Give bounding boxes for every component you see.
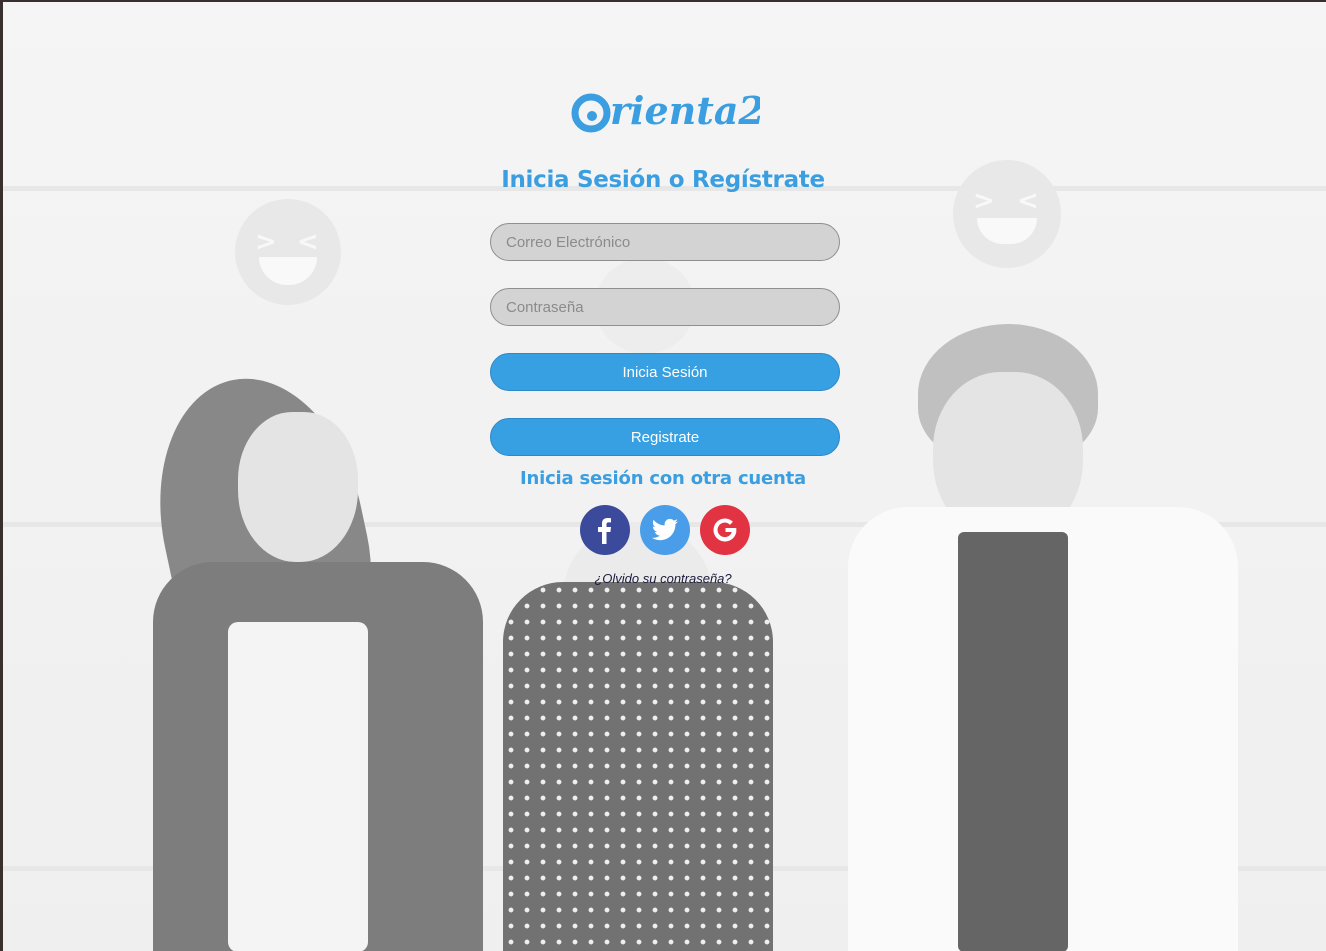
register-button[interactable]: Registrate <box>490 418 840 456</box>
google-icon <box>713 518 737 542</box>
social-login-heading: Inicia sesión con otra cuenta <box>519 468 807 489</box>
facebook-icon <box>598 518 611 544</box>
forgot-password-link[interactable]: ¿Olvido su contraseña? <box>0 571 1326 586</box>
twitter-login-button[interactable] <box>640 505 690 555</box>
twitter-icon <box>651 518 678 541</box>
facebook-login-button[interactable] <box>580 505 630 555</box>
orienta2-logo: rienta2 <box>571 88 760 133</box>
password-input[interactable] <box>490 288 840 326</box>
svg-text:rienta2: rienta2 <box>610 88 760 133</box>
login-button[interactable]: Inicia Sesión <box>490 353 840 391</box>
email-input[interactable] <box>490 223 840 261</box>
google-login-button[interactable] <box>700 505 750 555</box>
page-title: Inicia Sesión o Regístrate <box>501 167 825 193</box>
